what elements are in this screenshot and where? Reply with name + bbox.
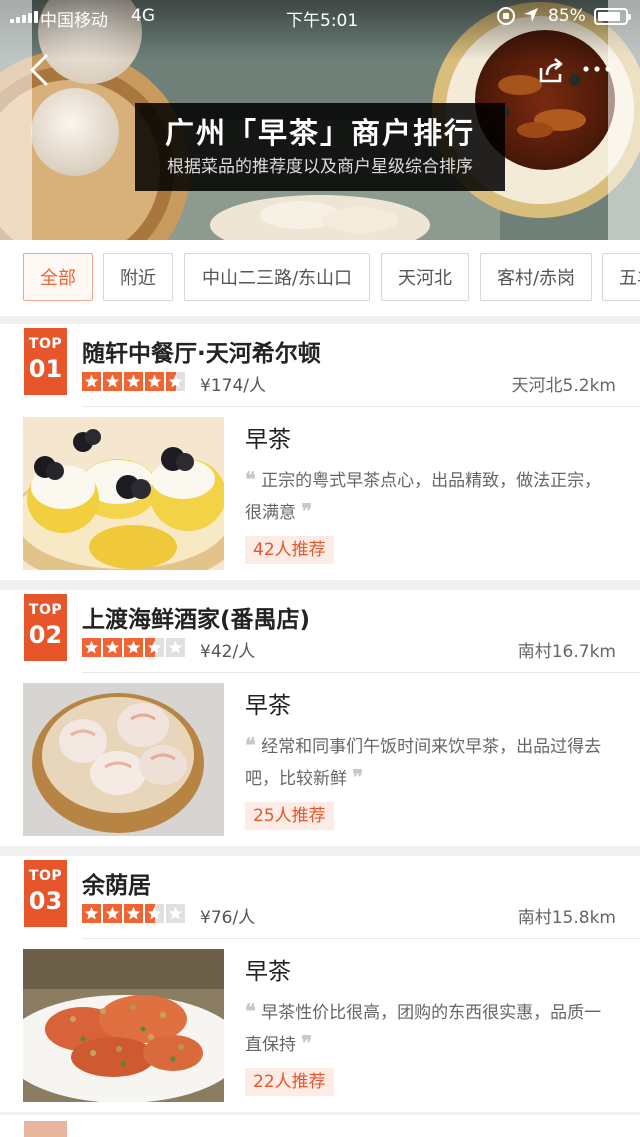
recommend-count[interactable]: 25人推荐 [245, 802, 334, 830]
star-icon [166, 904, 185, 923]
close-quote-icon: ❞ [352, 765, 364, 789]
recommend-count[interactable]: 22人推荐 [245, 1068, 334, 1096]
star-icon [82, 904, 101, 923]
review-snippet: ❝ 正宗的粤式早茶点心，出品精致，做法正宗，很满意 ❞ [245, 464, 615, 528]
filter-chip-tianhebei[interactable]: 天河北 [381, 253, 469, 301]
dish-name: 早茶 [245, 427, 291, 453]
shop-name[interactable]: 随轩中餐厅·天河希尔顿 [82, 334, 321, 368]
signal-icon [10, 11, 38, 23]
distance: 南村15.8km [517, 908, 616, 928]
close-quote-icon: ❞ [301, 1031, 313, 1055]
open-quote-icon: ❝ [245, 467, 256, 491]
review-snippet: ❝ 早茶性价比很高，团购的东西很实惠，品质一直保持 ❞ [245, 996, 615, 1060]
battery-fill [598, 12, 621, 21]
rank-badge-top: TOP [28, 602, 63, 618]
avg-price: ¥42/人 [200, 642, 256, 662]
review-snippet: ❝ 经常和同事们午饭时间来饮早茶，出品过得去吧，比较新鲜 ❞ [245, 730, 615, 794]
filter-chip-kecun[interactable]: 客村/赤岗 [480, 253, 592, 301]
star-icon [103, 372, 122, 391]
back-button[interactable] [26, 52, 54, 88]
filter-chip-nearby[interactable]: 附近 [103, 253, 173, 301]
divider [82, 406, 640, 407]
network-label: 4G [131, 6, 155, 26]
dish-photo[interactable] [23, 949, 224, 1102]
dish-photo[interactable] [23, 683, 224, 836]
chevron-left-icon [30, 54, 48, 86]
share-icon [539, 58, 563, 83]
avg-price: ¥174/人 [200, 376, 266, 396]
filter-chip-wuyang[interactable]: 五羊 [602, 253, 640, 301]
star-rating [82, 638, 185, 657]
star-icon [124, 638, 143, 657]
rank-badge-top: TOP [28, 868, 63, 884]
shop-card-1[interactable]: TOP 01 随轩中餐厅·天河希尔顿 ¥174/人 天河北5.2km 早茶 ❝ … [0, 324, 640, 580]
dish-photo[interactable] [23, 417, 224, 570]
dish-name: 早茶 [245, 693, 291, 719]
star-icon [82, 372, 101, 391]
rank-badge: TOP 02 [24, 594, 67, 661]
rank-badge-number: 03 [28, 887, 63, 915]
rank-badge-number: 02 [28, 621, 63, 649]
carrier-label: 中国移动 [40, 11, 108, 31]
clock: 下午5:01 [286, 11, 359, 31]
review-text: 正宗的粤式早茶点心，出品精致，做法正宗，很满意 [245, 471, 602, 523]
rank-badge-number: 01 [28, 355, 63, 383]
share-button[interactable] [536, 56, 566, 86]
star-icon [166, 372, 185, 391]
star-icon [145, 638, 164, 657]
star-icon [124, 904, 143, 923]
star-icon [82, 638, 101, 657]
star-icon [145, 904, 164, 923]
review-text: 早茶性价比很高，团购的东西很实惠，品质一直保持 [245, 1003, 602, 1055]
shop-name[interactable]: 余荫居 [82, 866, 151, 900]
star-icon [166, 638, 185, 657]
rank-badge: TOP 01 [24, 328, 67, 395]
star-icon [103, 638, 122, 657]
distance: 天河北5.2km [511, 376, 616, 396]
star-icon [145, 372, 164, 391]
star-icon [124, 372, 143, 391]
battery-icon [594, 8, 631, 25]
filter-chip-zhongshan[interactable]: 中山二三路/东山口 [184, 253, 370, 301]
status-bar: 中国移动 4G 下午5:01 85% [0, 0, 640, 34]
shop-card-2[interactable]: TOP 02 上渡海鲜酒家(番禺店) ¥42/人 南村16.7km 早茶 ❝ 经… [0, 590, 640, 846]
shop-name[interactable]: 上渡海鲜酒家(番禺店) [82, 600, 310, 634]
location-arrow-icon [522, 6, 540, 29]
shop-card-4-partial[interactable] [0, 1115, 640, 1137]
battery-percent: 85% [548, 6, 586, 26]
open-quote-icon: ❝ [245, 733, 256, 757]
dish-name: 早茶 [245, 959, 291, 985]
avg-price: ¥76/人 [200, 908, 256, 928]
filter-bar: 全部 附近 中山二三路/东山口 天河北 客村/赤岗 五羊 [0, 240, 640, 316]
banner-edge-right [608, 0, 640, 240]
filter-chip-all[interactable]: 全部 [23, 253, 93, 301]
star-rating [82, 372, 185, 391]
close-quote-icon: ❞ [301, 499, 313, 523]
star-icon [103, 904, 122, 923]
more-button[interactable] [580, 54, 614, 84]
open-quote-icon: ❝ [245, 999, 256, 1023]
distance: 南村16.7km [517, 642, 616, 662]
page-subtitle: 根据菜品的推荐度以及商户星级综合排序 [167, 157, 473, 177]
shop-card-3[interactable]: TOP 03 余荫居 ¥76/人 南村15.8km 早茶 ❝ 早茶性价比很高，团… [0, 856, 640, 1112]
banner-title-box: 广州「早茶」商户排行 根据菜品的推荐度以及商户星级综合排序 [135, 103, 505, 191]
banner-edge-left [0, 0, 32, 240]
more-icon [583, 66, 611, 72]
rank-badge-top: TOP [28, 336, 63, 352]
star-rating [82, 904, 185, 923]
recommend-count[interactable]: 42人推荐 [245, 536, 334, 564]
header-banner: 中国移动 4G 下午5:01 85% 广州「早茶」商户排行 根据菜品的推荐度以及… [0, 0, 640, 240]
divider [82, 938, 640, 939]
page-title: 广州「早茶」商户排行 [164, 116, 475, 150]
review-text: 经常和同事们午饭时间来饮早茶，出品过得去吧，比较新鲜 [245, 737, 602, 789]
divider [82, 672, 640, 673]
rank-badge: TOP 03 [24, 860, 67, 927]
rank-badge [24, 1121, 67, 1137]
rotation-lock-icon [497, 7, 515, 25]
